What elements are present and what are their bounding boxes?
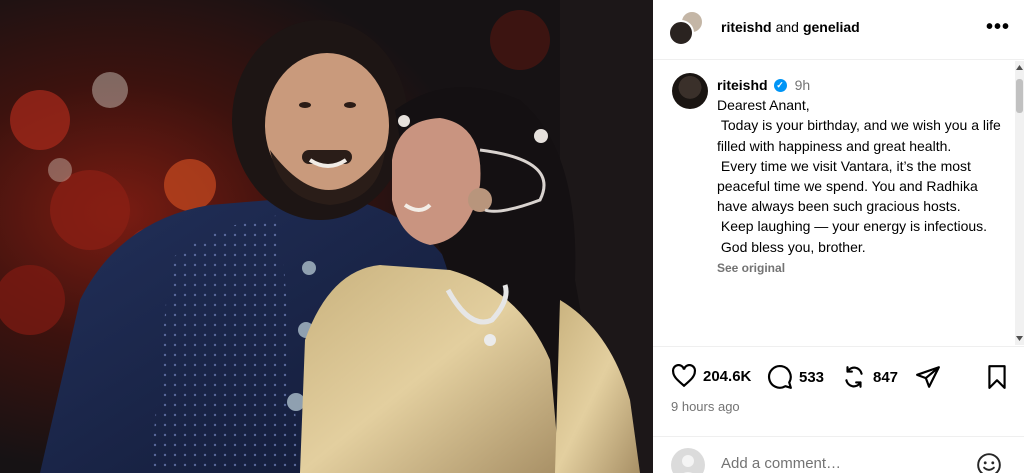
posted-time[interactable]: 9 hours ago	[671, 399, 740, 414]
comment-input[interactable]	[721, 455, 971, 472]
caption-line: Every time we visit Vantara, it’s the mo…	[717, 157, 982, 215]
action-bar: 204.6K 533 847	[653, 360, 1024, 394]
caption-user-row: riteishd ✓ 9h	[717, 75, 1007, 95]
post-details-panel: riteishd and geneliad ••• riteishd ✓ 9h …	[653, 0, 1024, 473]
like-count[interactable]: 204.6K	[703, 368, 751, 385]
see-original-link[interactable]: See original	[717, 258, 1007, 278]
collab-avatars[interactable]	[668, 10, 704, 46]
scroll-up-arrow-icon[interactable]	[1016, 64, 1023, 72]
default-user-icon	[682, 455, 694, 473]
comment-bubble-icon	[768, 365, 792, 389]
share-button[interactable]	[915, 364, 941, 390]
share-paper-plane-icon	[916, 366, 940, 388]
verified-badge-icon: ✓	[773, 78, 787, 92]
caption-scrollbar[interactable]	[1015, 61, 1024, 345]
header-usernames: riteishd and geneliad	[721, 19, 860, 35]
current-user-avatar	[671, 448, 705, 473]
caption-line: Keep laughing — your energy is infectiou…	[717, 218, 988, 235]
repost-count[interactable]: 847	[873, 369, 898, 386]
add-comment-row	[653, 446, 1024, 473]
repost-button[interactable]: 847	[841, 364, 898, 390]
comment-button[interactable]: 533	[767, 364, 824, 390]
post-header: riteishd and geneliad •••	[653, 0, 1024, 60]
caption-line: God bless you, brother.	[717, 238, 866, 255]
header-joiner: and	[775, 19, 799, 35]
divider	[653, 436, 1024, 437]
caption-time[interactable]: 9h	[795, 75, 811, 95]
more-options-icon[interactable]: •••	[986, 16, 1010, 39]
scroll-down-arrow-icon[interactable]	[1016, 334, 1023, 342]
bookmark-icon	[988, 365, 1006, 389]
header-user-geneliad[interactable]: geneliad	[803, 19, 860, 35]
emoji-icon[interactable]	[976, 452, 1002, 473]
caption-body: riteishd ✓ 9h Dearest Anant, Today is yo…	[717, 75, 1007, 278]
heart-icon	[672, 364, 696, 388]
save-button[interactable]	[986, 364, 1008, 390]
caption-username[interactable]: riteishd	[717, 75, 768, 95]
caption-line: Today is your birthday, and we wish you …	[717, 117, 1005, 154]
avatar-riteishd[interactable]	[668, 20, 694, 46]
caption-avatar[interactable]	[672, 73, 708, 109]
divider	[653, 346, 1024, 347]
repost-icon	[845, 366, 863, 388]
caption-area: riteishd ✓ 9h Dearest Anant, Today is yo…	[653, 61, 1015, 345]
scrollbar-thumb[interactable]	[1016, 79, 1023, 113]
header-user-riteishd[interactable]: riteishd	[721, 19, 772, 35]
photo-image	[0, 0, 653, 473]
post-photo[interactable]	[0, 0, 653, 473]
like-button[interactable]: 204.6K	[671, 364, 751, 388]
caption-line: Dearest Anant,	[717, 97, 810, 114]
comment-count[interactable]: 533	[799, 369, 824, 386]
